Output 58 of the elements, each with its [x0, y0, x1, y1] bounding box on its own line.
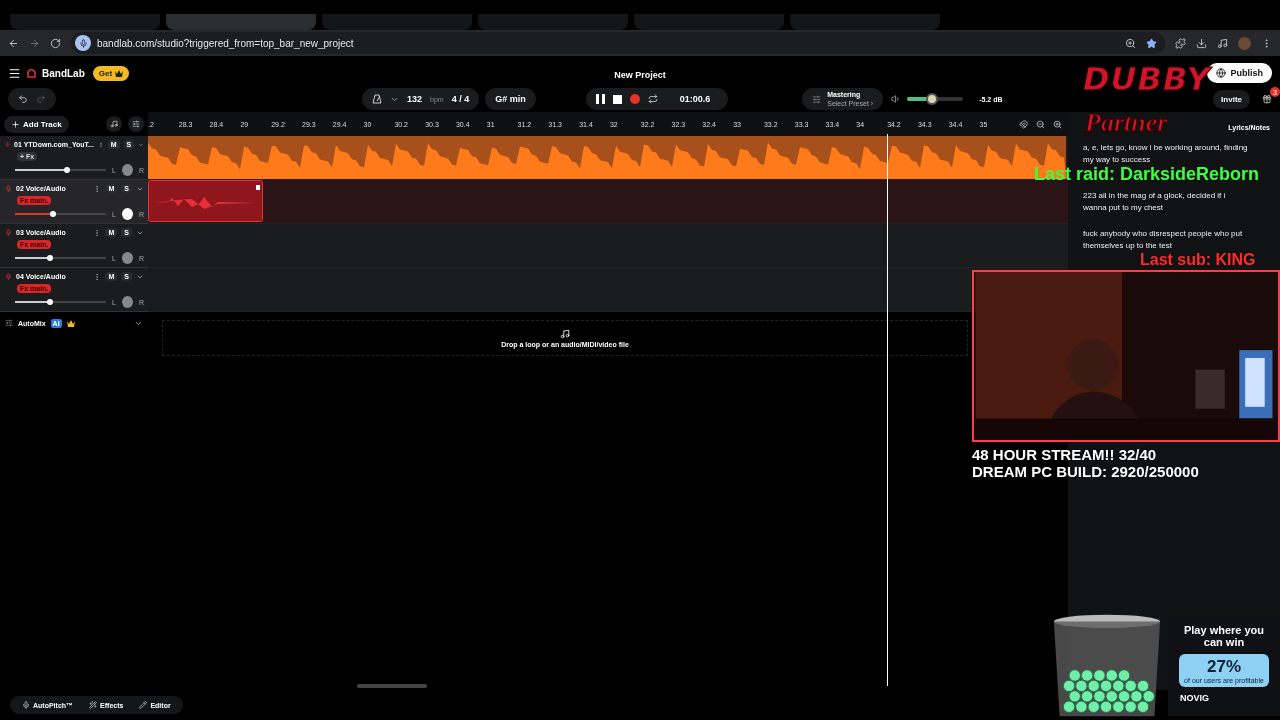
zoom-out-icon[interactable] — [1036, 119, 1045, 129]
stream-goal: 48 HOUR STREAM!! 32/40 — [972, 446, 1158, 463]
add-track-button[interactable]: Add Track — [4, 115, 69, 133]
globe-icon — [1216, 68, 1227, 78]
lyrics-paragraph: 223 all in the mag of a glock, decided if i wanna put to my chest — [1083, 190, 1227, 214]
ad-brand: NOVIG — [1180, 693, 1209, 703]
slider-thumb[interactable] — [50, 211, 57, 217]
pause-icon[interactable] — [595, 94, 605, 104]
scrollbar[interactable] — [357, 684, 427, 688]
time-display: 01:00.6 — [679, 94, 711, 104]
time-signature[interactable]: 4 / 4 — [451, 94, 470, 104]
ad-headline: Play where you can win — [1182, 624, 1266, 648]
slider-thumb[interactable] — [63, 167, 70, 173]
partner-label: Partner — [1085, 108, 1168, 137]
crown-icon — [115, 69, 124, 77]
forward-icon[interactable] — [29, 37, 40, 49]
music-icon[interactable] — [1217, 37, 1228, 49]
metronome-icon[interactable] — [372, 94, 382, 104]
lyrics-paragraph: fuck anybody who disrespect people who put themselves up to the test — [1083, 228, 1244, 252]
record-icon[interactable] — [629, 94, 640, 104]
reload-icon[interactable] — [50, 37, 61, 49]
zoom-in-icon[interactable] — [1053, 119, 1062, 129]
stat-value: 27% — [1207, 657, 1241, 677]
pencil-icon[interactable] — [139, 701, 148, 709]
sliders-icon[interactable] — [5, 319, 13, 327]
music-note-icon[interactable] — [560, 328, 570, 339]
get-button[interactable]: Get — [92, 65, 130, 81]
star-icon[interactable] — [1146, 37, 1157, 49]
back-icon[interactable] — [8, 37, 19, 49]
audio-clip[interactable] — [148, 180, 264, 222]
address-bar[interactable]: bandlab.com/studio?triggered_from=top_bar_new_project — [71, 32, 1165, 54]
effects-icon[interactable] — [89, 701, 98, 709]
crown-icon — [66, 319, 75, 327]
bpm-value[interactable]: 132 — [407, 94, 423, 104]
zoom-icon[interactable] — [1125, 37, 1136, 49]
loop-icon[interactable] — [647, 94, 658, 104]
stop-icon[interactable] — [612, 94, 622, 104]
last-sub-text: Last sub: KING — [1140, 251, 1256, 268]
undo-icon[interactable] — [18, 94, 28, 104]
lyrics-paragraph: a, e, lets go, know i be working around, finding my way to success — [1083, 142, 1248, 166]
extensions-icon[interactable] — [1175, 37, 1186, 49]
more-icon[interactable] — [97, 140, 104, 149]
gift-icon[interactable] — [1262, 94, 1272, 104]
project-title: New Project — [614, 70, 666, 80]
stream-goal: DREAM PC BUILD: 2920/250000 — [972, 463, 1199, 480]
logo-icon — [27, 68, 36, 78]
slider-thumb[interactable] — [46, 255, 53, 261]
pan-knob[interactable] — [121, 208, 133, 220]
download-icon[interactable] — [1196, 37, 1207, 49]
speaker-icon[interactable] — [891, 94, 902, 104]
sliders-icon — [812, 94, 822, 104]
invite-button[interactable]: Invite — [1213, 89, 1250, 109]
menu-icon[interactable] — [8, 66, 21, 80]
slider-thumb[interactable] — [926, 93, 939, 105]
brand-name: BandLab — [42, 67, 85, 79]
plus-icon — [11, 119, 20, 129]
slider-thumb[interactable] — [46, 299, 53, 305]
key-button[interactable]: G# min — [485, 88, 536, 110]
